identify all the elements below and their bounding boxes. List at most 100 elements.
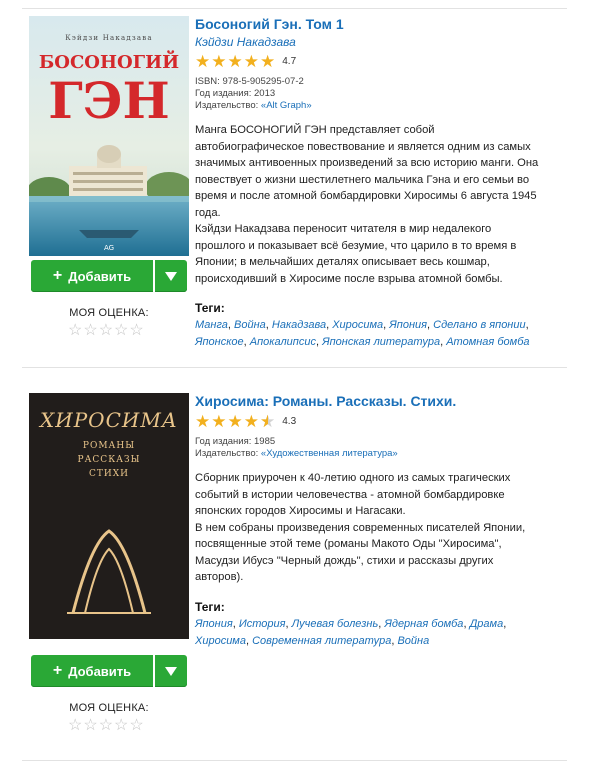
publisher-prefix: Издательство: (195, 100, 261, 111)
star-icon[interactable]: ☆ (129, 718, 143, 734)
star-icon[interactable]: ☆ (99, 323, 113, 339)
cover-image-1: Кэйдзи Накадзава БОСОНОГИЙ ГЭН AG (29, 16, 189, 256)
description-line: Японии; в мельчайших деталях описывает в… (195, 256, 490, 268)
top-divider (22, 8, 567, 9)
cover-2-title: ХИРОСИМА (38, 408, 178, 432)
star-icon[interactable]: ☆ (83, 323, 97, 339)
tag-link[interactable]: Атомная бомба (446, 336, 529, 348)
add-dropdown-button-2[interactable] (155, 655, 187, 687)
tag-link[interactable]: Манга (195, 319, 228, 331)
tags-heading-2: Теги: (195, 599, 225, 614)
isbn-1: ISBN: 978-5-905295-07-2 (195, 76, 304, 87)
tag-link[interactable]: Ядерная бомба (384, 618, 463, 630)
description-line: японских городов Хиросимы и Нагасаки. (195, 505, 406, 517)
cover-2-sub1: РОМАНЫ (83, 441, 135, 451)
tag-link[interactable]: Война (397, 635, 429, 647)
star-icon: ★ (243, 412, 259, 431)
star-icon[interactable]: ☆ (114, 323, 128, 339)
tag-link[interactable]: Лучевая болезнь (292, 618, 379, 630)
star-icon: ★ (243, 52, 259, 71)
cover-2-sub2: РАССКАЗЫ (78, 455, 141, 465)
description-line: авторов). (195, 571, 244, 583)
star-icon[interactable]: ☆ (83, 718, 97, 734)
publisher-row-1: Издательство: «Alt Graph» (195, 100, 555, 112)
tag-link[interactable]: Апокалипсис (250, 336, 316, 348)
star-icon: ★ (227, 52, 243, 71)
book-cover-1[interactable]: Кэйдзи Накадзава БОСОНОГИЙ ГЭН AG (29, 16, 189, 256)
description-line: время и после атомной бомбардировки Хиро… (195, 190, 537, 202)
tag-link[interactable]: Япония (195, 618, 233, 630)
description-line: Манга БОСОНОГИЙ ГЭН представляет собой (195, 124, 435, 136)
plus-icon: + (52, 267, 63, 284)
add-button-label: Добавить (68, 663, 132, 679)
tag-link[interactable]: История (239, 618, 286, 630)
description-line: Кэйдзи Накадзава переносит читателя в ми… (195, 223, 492, 235)
my-rating-stars-1: ☆ ☆ ☆ ☆ ☆ (68, 323, 144, 339)
rating-value-2: 4.3 (282, 416, 297, 427)
triangle-down-icon (165, 271, 177, 281)
tag-link[interactable]: Хиросима (195, 635, 246, 647)
description-line: Сборник приурочен к 40-летию одного из с… (195, 472, 511, 484)
tag-link[interactable]: Драма (470, 618, 504, 630)
description-line: В нем собраны произведения современных п… (195, 521, 526, 534)
tags-list-1: Манга, Война, Накадзава, Хиросима, Япони… (195, 319, 530, 348)
cover-2-sub3: СТИХИ (89, 469, 129, 479)
book-title-1[interactable]: Босоногий Гэн. Том 1 (195, 16, 555, 32)
star-icon: ★ (195, 52, 211, 71)
tag-link[interactable]: Современная литература (252, 635, 391, 647)
star-icon[interactable]: ☆ (68, 323, 82, 339)
book-title-2[interactable]: Хиросима: Романы. Рассказы. Стихи. (195, 393, 555, 409)
tag-link[interactable]: Война (234, 319, 266, 331)
star-icon: ★ (211, 52, 227, 71)
description-line: событий в истории человечества - атомной… (195, 488, 505, 501)
tags-list-2: Япония, История, Лучевая болезнь, Ядерна… (195, 617, 507, 647)
year-1: Год издания: 2013 (195, 88, 276, 99)
book-description-2: Сборник приурочен к 40-летию одного из с… (195, 470, 555, 586)
star-icon: ★ (227, 412, 243, 431)
book-description-1: Манга БОСОНОГИЙ ГЭН представляет собой а… (195, 122, 555, 287)
cover-1-title-line1: БОСОНОГИЙ (39, 49, 179, 73)
star-icon[interactable]: ☆ (68, 718, 82, 734)
tags-heading-1: Теги: (195, 301, 225, 315)
star-icon: ★ (211, 412, 227, 431)
book-info-2: Хиросима: Романы. Рассказы. Стихи. ★ ★ ★… (195, 393, 555, 650)
my-rating-stars-2: ☆ ☆ ☆ ☆ ☆ (68, 718, 144, 734)
tag-link[interactable]: Японское (195, 336, 244, 348)
star-icon[interactable]: ☆ (129, 323, 143, 339)
my-rating-label-1: МОЯ ОЦЕНКА: (69, 307, 149, 319)
year-2: Год издания: 1985 (195, 436, 276, 447)
add-button-2[interactable]: + Добавить (31, 655, 153, 687)
description-line: автобиографическое повествование и являе… (195, 140, 531, 153)
star-icon[interactable]: ☆ (114, 718, 128, 734)
add-button-1[interactable]: + Добавить (31, 260, 153, 292)
my-rating-label-2: МОЯ ОЦЕНКА: (69, 702, 149, 714)
book-rating-2: ★ ★ ★ ★ ★ 4.3 (195, 413, 555, 430)
add-dropdown-button-1[interactable] (155, 260, 187, 292)
cover-image-2: ХИРОСИМА РОМАНЫ РАССКАЗЫ СТИХИ (29, 393, 189, 639)
half-star-icon: ★ (260, 413, 275, 430)
book-author-1[interactable]: Кэйдзи Накадзава (195, 35, 555, 49)
publisher-link-2[interactable]: «Художественная литература» (261, 448, 398, 459)
cover-1-logo: AG (104, 244, 114, 252)
description-line: года. (195, 206, 221, 219)
tag-link[interactable]: Японская литература (322, 336, 440, 348)
tag-link[interactable]: Хиросима (332, 319, 383, 331)
book-cover-2[interactable]: ХИРОСИМА РОМАНЫ РАССКАЗЫ СТИХИ (29, 393, 189, 639)
description-line: прошлого и показывает всё безумие, что ц… (195, 239, 517, 252)
add-control-2: + Добавить (31, 655, 187, 687)
publisher-link-1[interactable]: «Alt Graph» (261, 100, 312, 111)
publisher-prefix: Издательство: (195, 448, 261, 459)
triangle-down-icon (165, 666, 177, 676)
description-line: происходивший в Хиросиме после взрыва ат… (195, 272, 503, 285)
tag-link[interactable]: Сделано в японии (433, 319, 525, 331)
book-divider (22, 367, 567, 368)
star-icon: ★ (260, 52, 276, 71)
star-icon[interactable]: ☆ (99, 718, 113, 734)
book-rating-1: ★ ★ ★ ★ ★ 4.7 (195, 53, 555, 70)
cover-1-author: Кэйдзи Накадзава (65, 34, 152, 42)
plus-icon: + (52, 662, 63, 679)
rating-value-1: 4.7 (282, 56, 297, 67)
bottom-divider (22, 760, 567, 761)
tag-link[interactable]: Накадзава (272, 319, 326, 331)
tag-link[interactable]: Япония (389, 319, 427, 331)
